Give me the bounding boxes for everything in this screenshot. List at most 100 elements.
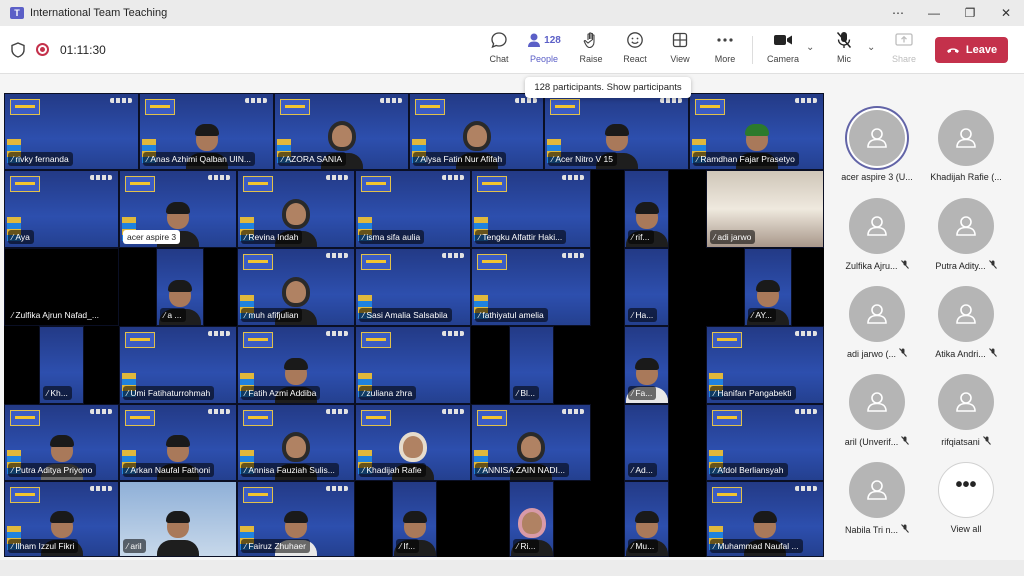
video-tile[interactable]: ⁄ isma sifa aulia	[355, 170, 471, 248]
participant-name-label: ⁄ Alysa Fatin Nur Afifah	[413, 152, 507, 166]
minimize-button[interactable]: —	[916, 0, 952, 26]
participant-avatar-card[interactable]: acer aspire 3 (U...	[832, 93, 922, 182]
video-tile[interactable]: acer aspire 3	[119, 170, 237, 248]
video-tile[interactable]: ⁄ Ramdhan Fajar Prasetyo	[689, 93, 824, 170]
view-button[interactable]: View	[666, 28, 694, 72]
window-controls: ⋯ — ❐ ✕	[880, 0, 1024, 26]
video-tile[interactable]: ⁄ muh afifjulian	[237, 248, 355, 326]
raise-hand-button[interactable]: Raise	[577, 28, 605, 72]
video-tile[interactable]: ⁄ Ad...	[624, 404, 669, 481]
video-tile[interactable]: ⁄ Muhammad Naufal ...	[706, 481, 824, 557]
mic-button[interactable]: Mic	[832, 28, 856, 72]
participant-avatar-card[interactable]: adi jarwo (...	[832, 269, 922, 359]
react-button[interactable]: React	[621, 28, 649, 72]
mic-muted-icon: ⁄	[400, 542, 402, 551]
participant-avatar-card[interactable]: rifqiatsani	[921, 357, 1011, 447]
hang-up-icon	[946, 48, 959, 53]
participant-name: AZORA SANIA	[285, 154, 343, 164]
video-tile[interactable]: ⁄ AZORA SANIA	[274, 93, 409, 170]
event-banner-logo	[477, 176, 507, 192]
mic-muted-icon: ⁄	[12, 311, 14, 320]
participant-name-label: acer aspire 3	[123, 230, 181, 244]
video-tile[interactable]: ⁄ Annisa Fauziah Sulis...	[237, 404, 355, 481]
video-tile[interactable]: ⁄ Alysa Fatin Nur Afifah	[409, 93, 544, 170]
mic-options-chevron-icon[interactable]: ⌄	[867, 42, 875, 53]
participant-name-label: ⁄ Fa...	[628, 386, 657, 400]
participant-name-label: ⁄ zuliana zhra	[359, 386, 417, 400]
video-tile[interactable]: ⁄ Revina Indah	[237, 170, 355, 248]
participant-name: Mu...	[635, 541, 655, 551]
video-tile[interactable]: ⁄ Hanifan Pangabekti	[706, 326, 824, 404]
sponsor-logos	[326, 486, 348, 491]
restore-button[interactable]: ❐	[952, 0, 988, 26]
video-tile[interactable]: ⁄ Mu...	[624, 481, 669, 557]
video-tile[interactable]: ⁄ Kh...	[39, 326, 84, 404]
video-tile[interactable]: ⁄ Putra Aditya Priyono	[4, 404, 119, 481]
participant-avatar-card[interactable]: Zulfika Ajru...	[832, 181, 922, 271]
participant-name-label: ⁄ Muhammad Naufal ...	[710, 539, 803, 553]
video-tile[interactable]: ⁄ Fa...	[624, 326, 669, 404]
video-tile[interactable]: ⁄ rif...	[624, 170, 669, 248]
participant-avatar-card[interactable]: Khadijah Rafie (...	[921, 93, 1011, 182]
video-tile[interactable]: ⁄ Umi Fatihaturrohmah	[119, 326, 237, 404]
video-tile[interactable]: ⁄ a ...	[156, 248, 204, 326]
camera-options-chevron-icon[interactable]: ⌄	[806, 42, 814, 53]
participant-name-label: ⁄ Fatih Azmi Addiba	[241, 386, 321, 400]
video-tile[interactable]: ⁄ zuliana zhra	[355, 326, 471, 404]
video-tile[interactable]: ⁄ Afdol Berliansyah	[706, 404, 824, 481]
participant-name: adi jarwo	[717, 232, 752, 242]
share-button[interactable]: Share	[890, 28, 918, 72]
participant-avatar-card[interactable]: Putra Adity...	[921, 181, 1011, 271]
chat-button[interactable]: Chat	[485, 28, 513, 72]
participant-name-label: ⁄ adi jarwo	[710, 230, 756, 244]
video-tile[interactable]: ⁄ aril	[119, 481, 237, 557]
sponsor-logos	[562, 253, 584, 258]
mic-muted-icon: ⁄	[47, 389, 49, 398]
participant-avatar-card[interactable]: Nabila Tri n...	[832, 445, 922, 535]
video-tile[interactable]: ⁄ Fatih Azmi Addiba	[237, 326, 355, 404]
video-tile[interactable]: ⁄ AY...	[744, 248, 792, 326]
video-tile[interactable]: ⁄ Zulfika Ajrun Nafad_...	[4, 248, 119, 326]
video-tile[interactable]: ⁄ Bl...	[509, 326, 554, 404]
video-tile[interactable]: ⁄ fathiyatul amelia	[471, 248, 591, 326]
more-options-icon[interactable]: ⋯	[880, 0, 916, 26]
video-tile[interactable]: ⁄ Ha...	[624, 248, 669, 326]
participant-name: Fatih Azmi Addiba	[248, 388, 317, 398]
participant-avatar-card[interactable]: aril (Unverif...	[832, 357, 922, 447]
view-all-button[interactable]: ••• View all	[921, 445, 1011, 534]
sponsor-logos	[326, 331, 348, 336]
participant-name-label: ⁄ Arkan Naufal Fathoni	[123, 463, 215, 477]
mic-muted-icon: ⁄	[632, 389, 634, 398]
video-tile[interactable]: ⁄ Fairuz Zhuhaer	[237, 481, 355, 557]
video-tile[interactable]: ⁄ Aya	[4, 170, 119, 248]
shield-icon[interactable]	[11, 42, 25, 58]
leave-button[interactable]: Leave	[935, 37, 1008, 63]
mic-muted-icon: ⁄	[12, 155, 14, 164]
video-tile[interactable]: ⁄ Khadijah Rafie	[355, 404, 471, 481]
video-tile[interactable]: ⁄ Anas Azhimi Qalban UIN...	[139, 93, 274, 170]
video-tile[interactable]: ⁄ adi jarwo	[706, 170, 824, 248]
mic-muted-icon: ⁄	[714, 233, 716, 242]
video-tile[interactable]: ⁄ Ilham Izzul Fikri	[4, 481, 119, 557]
camera-button[interactable]: Camera	[766, 28, 800, 72]
participant-name-label: ⁄ ANNISA ZAIN NADI...	[475, 463, 569, 477]
video-tile[interactable]: ⁄ ANNISA ZAIN NADI...	[471, 404, 591, 481]
sponsor-logos	[515, 98, 537, 103]
more-button[interactable]: More	[710, 28, 740, 72]
people-button[interactable]: 128 People	[523, 28, 565, 72]
mic-muted-icon: ⁄	[363, 466, 365, 475]
participant-name-label: ⁄ Revina Indah	[241, 230, 303, 244]
close-button[interactable]: ✕	[988, 0, 1024, 26]
participant-avatar-card[interactable]: Atika Andri...	[921, 269, 1011, 359]
mic-muted-icon: ⁄	[12, 233, 14, 242]
video-tile[interactable]: ⁄ Ri...	[509, 481, 554, 557]
video-tile[interactable]: ⁄ Tengku Alfattir Haki...	[471, 170, 591, 248]
video-tile[interactable]: ⁄ Sasi Amalia Salsabila	[355, 248, 471, 326]
event-banner-logo	[125, 332, 155, 348]
video-tile[interactable]: ⁄ Acer Nitro V 15	[544, 93, 689, 170]
video-tile[interactable]: ⁄ rivky fernanda	[4, 93, 139, 170]
video-tile[interactable]: ⁄ Arkan Naufal Fathoni	[119, 404, 237, 481]
mic-muted-icon: ⁄	[479, 311, 481, 320]
video-tile[interactable]: ⁄ If...	[392, 481, 437, 557]
event-banner-logo	[477, 410, 507, 426]
